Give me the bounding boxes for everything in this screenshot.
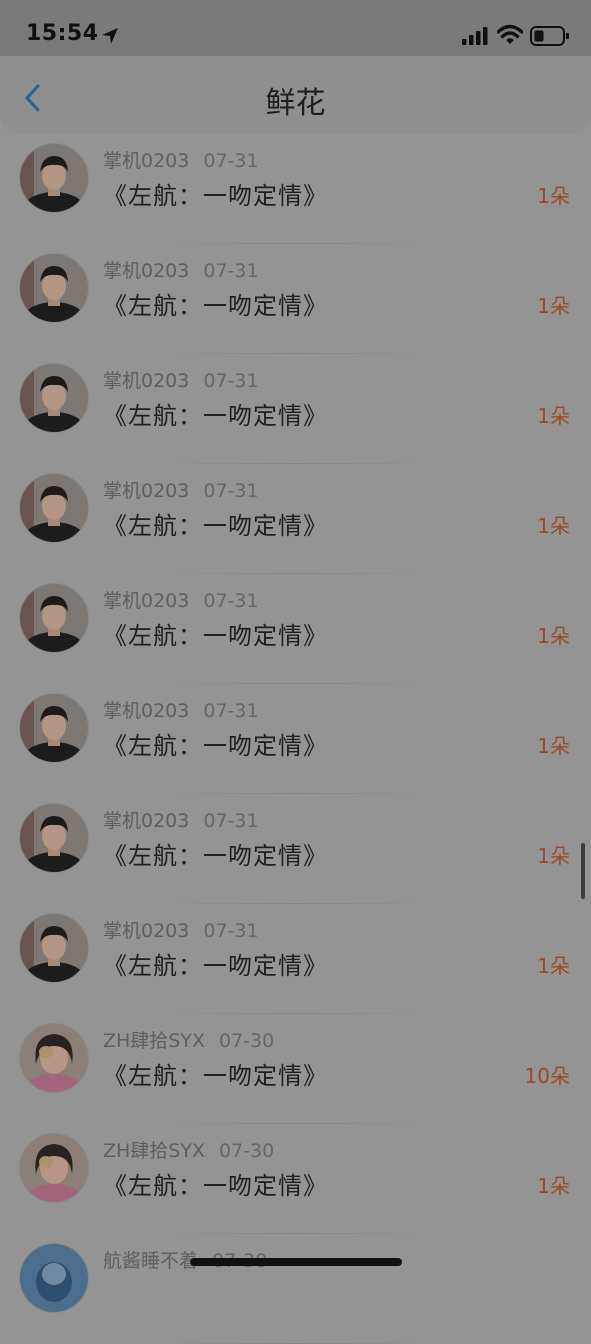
list-item[interactable]: 掌机0203 07-31 《左航：一吻定情》 1朵 — [0, 574, 591, 684]
avatar[interactable] — [19, 473, 89, 543]
username: 掌机0203 — [103, 920, 190, 942]
avatar[interactable] — [19, 693, 89, 763]
flower-count: 1朵 — [537, 624, 570, 648]
avatar[interactable] — [19, 583, 89, 653]
cellular-signal-icon — [462, 27, 488, 45]
date-label: 07-31 — [203, 480, 259, 502]
list-item[interactable]: 掌机0203 07-31 《左航：一吻定情》 1朵 — [0, 464, 591, 574]
item-meta: 掌机0203 07-31 — [103, 806, 259, 833]
flower-record-list[interactable]: 掌机0203 07-31 《左航：一吻定情》 1朵 掌机0203 07-31 《左航：一吻定… — [0, 134, 591, 1344]
item-meta: 掌机0203 07-31 — [103, 696, 259, 723]
item-meta: 掌机0203 07-31 — [103, 256, 259, 283]
username: 掌机0203 — [103, 480, 190, 502]
list-item[interactable]: 掌机0203 07-31 《左航：一吻定情》 1朵 — [0, 904, 591, 1014]
home-indicator[interactable] — [190, 1258, 402, 1266]
flower-count: 1朵 — [537, 404, 570, 428]
page-title: 鲜花 — [265, 86, 326, 121]
date-label: 07-31 — [203, 260, 259, 282]
song-title: 《左航：一吻定情》 — [103, 512, 328, 540]
username: ZH肆拾SYX — [103, 1140, 205, 1162]
username: 掌机0203 — [103, 260, 190, 282]
list-item[interactable]: 航酱睡不着07-30 — [0, 1234, 591, 1344]
flower-count: 1朵 — [537, 734, 570, 758]
item-meta: 掌机0203 07-31 — [103, 916, 259, 943]
username: 掌机0203 — [103, 700, 190, 722]
date-label: 07-31 — [203, 150, 259, 172]
avatar[interactable] — [19, 1133, 89, 1203]
date-label: 07-30 — [219, 1030, 275, 1052]
list-item[interactable]: ZH肆拾SYX 07-30 《左航：一吻定情》 10朵 — [0, 1014, 591, 1124]
song-title: 《左航：一吻定情》 — [103, 292, 328, 320]
date-label: 07-31 — [203, 920, 259, 942]
song-title: 《左航：一吻定情》 — [103, 1062, 328, 1090]
song-title: 《左航：一吻定情》 — [103, 952, 328, 980]
item-meta: 掌机0203 07-31 — [103, 476, 259, 503]
username: 掌机0203 — [103, 150, 190, 172]
avatar[interactable] — [19, 1023, 89, 1093]
avatar[interactable] — [19, 363, 89, 433]
avatar[interactable] — [19, 803, 89, 873]
flower-count: 10朵 — [524, 1064, 570, 1088]
wifi-icon — [497, 24, 523, 44]
username: 掌机0203 — [103, 370, 190, 392]
list-item[interactable]: 掌机0203 07-31 《左航：一吻定情》 1朵 — [0, 354, 591, 464]
flower-count: 1朵 — [537, 514, 570, 538]
list-item[interactable]: 掌机0203 07-31 《左航：一吻定情》 1朵 — [0, 684, 591, 794]
status-bar: 15:54 — [0, 0, 591, 56]
avatar[interactable] — [19, 913, 89, 983]
battery-icon — [530, 26, 569, 46]
date-label: 07-31 — [203, 590, 259, 612]
list-item[interactable]: ZH肆拾SYX 07-30 《左航：一吻定情》 1朵 — [0, 1124, 591, 1234]
nav-bar: 鲜花 — [0, 56, 591, 134]
song-title: 《左航：一吻定情》 — [103, 182, 328, 210]
item-meta: 掌机0203 07-31 — [103, 146, 259, 173]
date-label: 07-31 — [203, 370, 259, 392]
song-title: 《左航：一吻定情》 — [103, 402, 328, 430]
date-label: 07-31 — [203, 810, 259, 832]
song-title: 《左航：一吻定情》 — [103, 842, 328, 870]
username: ZH肆拾SYX — [103, 1030, 205, 1052]
flower-count: 1朵 — [537, 184, 570, 208]
location-arrow-icon — [102, 28, 118, 44]
status-time: 15:54 — [26, 21, 99, 46]
avatar[interactable] — [19, 143, 89, 213]
list-item[interactable]: 掌机0203 07-31 《左航：一吻定情》 1朵 — [0, 794, 591, 904]
song-title: 《左航：一吻定情》 — [103, 622, 328, 650]
flower-count: 1朵 — [537, 954, 570, 978]
item-meta: 掌机0203 07-31 — [103, 586, 259, 613]
username: 掌机0203 — [103, 590, 190, 612]
item-meta: ZH肆拾SYX 07-30 — [103, 1026, 274, 1053]
item-meta: 掌机0203 07-31 — [103, 366, 259, 393]
flower-count: 1朵 — [537, 294, 570, 318]
username: 掌机0203 — [103, 810, 190, 832]
date-label: 07-31 — [203, 700, 259, 722]
avatar[interactable] — [19, 253, 89, 323]
item-meta: ZH肆拾SYX 07-30 — [103, 1136, 274, 1163]
username: 航酱睡不着 — [103, 1250, 199, 1272]
date-label: 07-30 — [219, 1140, 275, 1162]
scroll-indicator[interactable] — [581, 843, 585, 899]
list-item[interactable]: 掌机0203 07-31 《左航：一吻定情》 1朵 — [0, 134, 591, 244]
list-item[interactable]: 掌机0203 07-31 《左航：一吻定情》 1朵 — [0, 244, 591, 354]
flower-count: 1朵 — [537, 1174, 570, 1198]
avatar[interactable] — [19, 1243, 89, 1313]
song-title: 《左航：一吻定情》 — [103, 1172, 328, 1200]
song-title: 《左航：一吻定情》 — [103, 732, 328, 760]
flower-count: 1朵 — [537, 844, 570, 868]
